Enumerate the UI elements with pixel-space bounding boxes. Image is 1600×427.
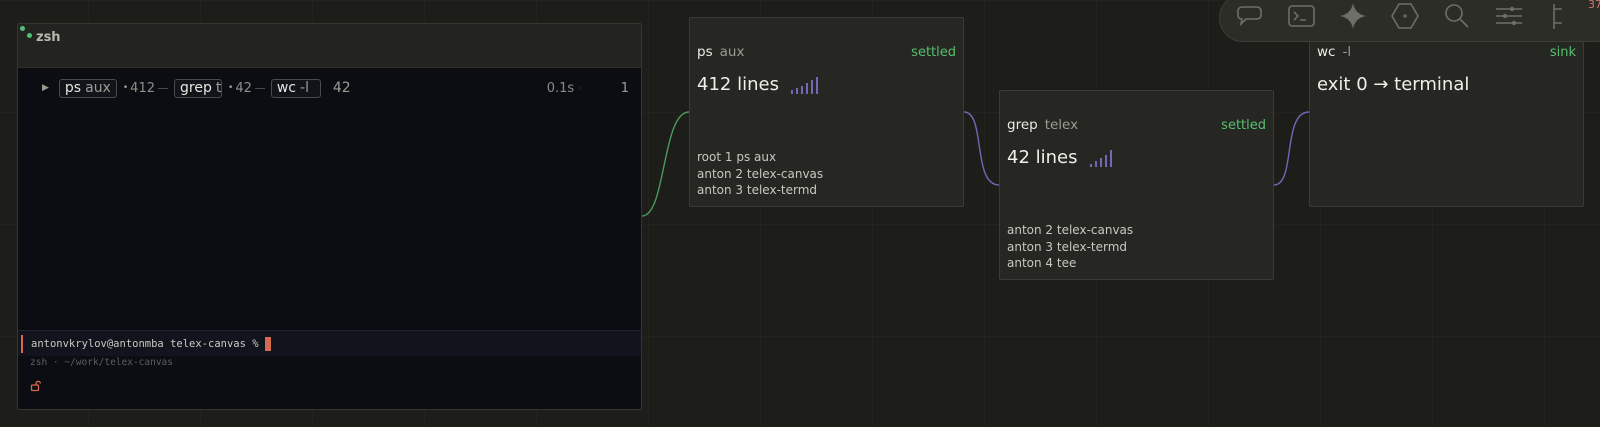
exit-code: 1 xyxy=(620,80,629,96)
terminal-header[interactable]: zsh xyxy=(18,24,641,68)
stage-cmd: grep xyxy=(180,80,212,96)
stage-chip-wc[interactable]: wc -l xyxy=(270,78,321,98)
node-cmd: wc xyxy=(1317,44,1336,60)
link-count: 412 xyxy=(123,81,168,96)
link-count: 42 xyxy=(228,81,265,96)
node-summary-row: 42 lines xyxy=(1007,147,1112,168)
node-summary: exit 0 → terminal xyxy=(1317,74,1470,95)
terminal-statusline: zsh · ~/work/telex-canvas xyxy=(30,357,173,368)
node-arg: aux xyxy=(719,44,745,60)
node-output: root 1 ps aux anton 2 telex-canvas anton… xyxy=(697,149,823,199)
node-header: ps aux settled xyxy=(697,44,956,60)
node-summary: 42 lines xyxy=(1007,147,1078,168)
node-summary-row: 412 lines xyxy=(697,74,818,95)
terminal-to-ps-wire xyxy=(641,111,690,217)
node-status: settled xyxy=(911,44,956,60)
node-grep[interactable]: grep telex settled 42 lines anton 2 tele… xyxy=(999,90,1274,280)
throughput-bars-icon xyxy=(790,76,818,94)
output-line: anton 2 telex-canvas xyxy=(1007,223,1134,237)
node-cmd: grep xyxy=(1007,117,1038,133)
node-header: wc -l sink xyxy=(1317,44,1576,60)
output-line: anton 4 tee xyxy=(1007,256,1077,270)
status-dot xyxy=(27,33,32,38)
final-count: 42 xyxy=(332,80,351,96)
stage-chip-grep[interactable]: grep telex xyxy=(174,78,222,98)
stage-arg: -l xyxy=(300,80,309,96)
stage-cmd: ps xyxy=(64,80,82,96)
node-ps[interactable]: ps aux settled 412 lines root 1 ps aux a… xyxy=(689,17,964,207)
terminal-title: zsh xyxy=(36,30,61,45)
text-cursor[interactable] xyxy=(264,336,271,351)
stage-chip-ps[interactable]: ps aux xyxy=(58,78,117,98)
throughput-bars-icon xyxy=(1089,149,1112,167)
node-wc[interactable]: wc -l sink exit 0 → terminal xyxy=(1309,17,1584,207)
prompt-line[interactable]: antonvkrylov@antonmba telex-canvas % xyxy=(18,330,641,356)
expand-caret-icon[interactable]: ▶ xyxy=(42,83,49,93)
stage-cmd: wc xyxy=(276,80,297,96)
elapsed-time: 0.1s xyxy=(546,80,575,96)
output-line: root 1 ps aux xyxy=(697,150,777,164)
stage-arg: aux xyxy=(85,80,111,96)
node-cmd: ps xyxy=(697,44,713,60)
node-header: grep telex settled xyxy=(1007,117,1266,133)
terminal-icon[interactable] xyxy=(1284,0,1318,33)
search-icon[interactable] xyxy=(1440,0,1474,33)
node-summary-row: exit 0 → terminal xyxy=(1317,74,1469,95)
ps-to-grep-wire xyxy=(963,111,1000,186)
node-arg: telex xyxy=(1044,117,1079,133)
comment-icon[interactable] xyxy=(1232,0,1266,33)
output-line: anton 3 telex-termd xyxy=(1007,239,1128,254)
node-output: anton 2 telex-canvas anton 3 telex-termd… xyxy=(1007,222,1133,272)
stage-arg: telex xyxy=(215,80,222,96)
hexagon-icon[interactable] xyxy=(1388,0,1422,33)
node-summary: 412 lines xyxy=(697,74,779,95)
canvas-toolbar[interactable] xyxy=(1219,0,1600,42)
branch-icon[interactable] xyxy=(1544,0,1578,33)
separator-dot: · xyxy=(578,83,581,93)
prompt-marker xyxy=(21,334,23,353)
sparkle-icon[interactable] xyxy=(1336,0,1370,33)
grep-to-wc-wire xyxy=(1273,111,1310,186)
lock-icon[interactable] xyxy=(30,380,42,392)
status-dot xyxy=(20,26,25,31)
output-line: anton 3 telex-termd xyxy=(697,183,818,197)
node-status: settled xyxy=(1221,117,1266,133)
notification-badge: 37 xyxy=(1588,0,1600,11)
pipeline-row[interactable]: ▶ ps aux 412 grep telex 42 wc -l 42 0.1s… xyxy=(42,78,629,98)
node-arg: -l xyxy=(1342,44,1352,60)
node-status: sink xyxy=(1549,44,1576,60)
terminal-window[interactable]: zsh ▶ ps aux 412 grep telex 42 wc -l 42 … xyxy=(17,23,642,410)
prompt-text: antonvkrylov@antonmba telex-canvas % xyxy=(31,337,259,350)
sliders-icon[interactable] xyxy=(1492,0,1526,33)
output-line: anton 2 telex-canvas xyxy=(697,166,824,181)
